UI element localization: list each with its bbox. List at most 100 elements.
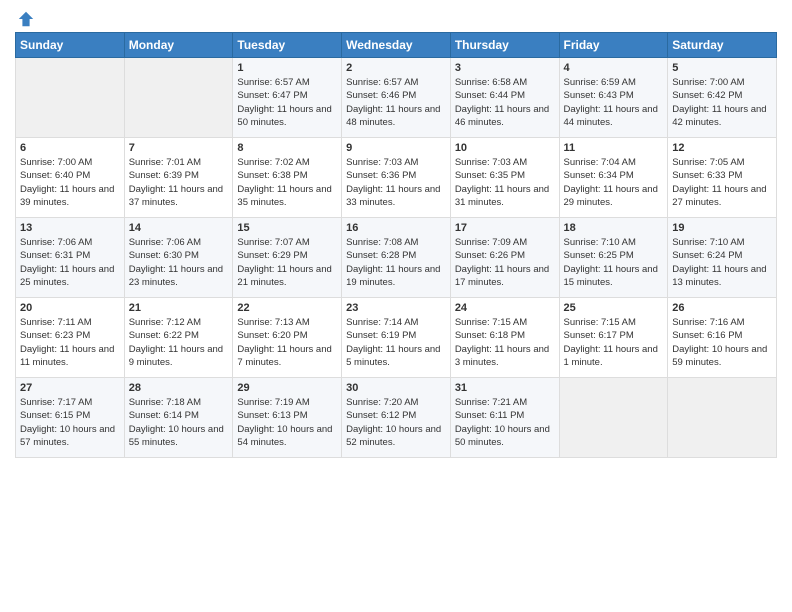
day-number: 15 [237,222,337,234]
calendar-cell: 18Sunrise: 7:10 AM Sunset: 6:25 PM Dayli… [559,218,668,298]
week-row-0: 1 Sunrise: 6:57 AM Sunset: 6:47 PM Daylig… [16,58,777,138]
day-info: Sunrise: 7:00 AM Sunset: 6:42 PM Dayligh… [672,76,772,129]
day-info: Sunrise: 7:08 AM Sunset: 6:28 PM Dayligh… [346,236,446,289]
calendar-cell: 14 Sunrise: 7:06 AM Sunset: 6:30 PM Dayli… [124,218,233,298]
day-number: 29 [237,382,337,394]
day-number: 17 [455,222,555,234]
day-info: Sunrise: 7:06 AM Sunset: 6:30 PM Dayligh… [129,236,229,289]
day-number: 19 [672,222,772,234]
day-info: Sunrise: 7:10 AM Sunset: 6:24 PM Dayligh… [672,236,772,289]
calendar-cell: 21Sunrise: 7:12 AM Sunset: 6:22 PM Dayli… [124,298,233,378]
calendar-body: 1 Sunrise: 6:57 AM Sunset: 6:47 PM Daylig… [16,58,777,458]
day-number: 2 [346,62,446,74]
calendar-cell: 12 Sunrise: 7:05 AM Sunset: 6:33 PM Dayli… [668,138,777,218]
day-number: 20 [20,302,120,314]
day-info: Sunrise: 7:15 AM Sunset: 6:18 PM Dayligh… [455,316,555,369]
calendar-table: SundayMondayTuesdayWednesdayThursdayFrid… [15,32,777,458]
day-number: 26 [672,302,772,314]
day-number: 22 [237,302,337,314]
logo [15,10,35,24]
calendar-cell: 26 Sunrise: 7:16 AM Sunset: 6:16 PM Dayli… [668,298,777,378]
day-number: 31 [455,382,555,394]
calendar-cell: 17Sunrise: 7:09 AM Sunset: 6:26 PM Dayli… [450,218,559,298]
header [15,10,777,24]
day-info: Sunrise: 7:05 AM Sunset: 6:33 PM Dayligh… [672,156,772,209]
page-container: SundayMondayTuesdayWednesdayThursdayFrid… [0,0,792,463]
day-number: 13 [20,222,120,234]
header-cell-tuesday: Tuesday [233,33,342,58]
day-number: 21 [129,302,229,314]
day-info: Sunrise: 7:06 AM Sunset: 6:31 PM Dayligh… [20,236,120,289]
day-info: Sunrise: 7:10 AM Sunset: 6:25 PM Dayligh… [564,236,664,289]
day-info: Sunrise: 7:15 AM Sunset: 6:17 PM Dayligh… [564,316,664,369]
day-number: 14 [129,222,229,234]
calendar-cell: 9Sunrise: 7:03 AM Sunset: 6:36 PM Daylig… [342,138,451,218]
day-info: Sunrise: 7:03 AM Sunset: 6:35 PM Dayligh… [455,156,555,209]
day-number: 28 [129,382,229,394]
calendar-cell: 11 Sunrise: 7:04 AM Sunset: 6:34 PM Dayli… [559,138,668,218]
day-number: 4 [564,62,664,74]
week-row-4: 27 Sunrise: 7:17 AM Sunset: 6:15 PM Dayli… [16,378,777,458]
day-number: 6 [20,142,120,154]
calendar-cell: 25Sunrise: 7:15 AM Sunset: 6:17 PM Dayli… [559,298,668,378]
week-row-3: 20 Sunrise: 7:11 AM Sunset: 6:23 PM Dayli… [16,298,777,378]
calendar-cell [124,58,233,138]
calendar-cell: 1 Sunrise: 6:57 AM Sunset: 6:47 PM Daylig… [233,58,342,138]
calendar-cell: 28Sunrise: 7:18 AM Sunset: 6:14 PM Dayli… [124,378,233,458]
calendar-cell: 23 Sunrise: 7:14 AM Sunset: 6:19 PM Dayli… [342,298,451,378]
day-info: Sunrise: 7:14 AM Sunset: 6:19 PM Dayligh… [346,316,446,369]
calendar-cell: 15 Sunrise: 7:07 AM Sunset: 6:29 PM Dayli… [233,218,342,298]
calendar-cell: 27 Sunrise: 7:17 AM Sunset: 6:15 PM Dayli… [16,378,125,458]
calendar-cell: 30 Sunrise: 7:20 AM Sunset: 6:12 PM Dayli… [342,378,451,458]
calendar-cell [16,58,125,138]
calendar-cell: 7Sunrise: 7:01 AM Sunset: 6:39 PM Daylig… [124,138,233,218]
logo-text [15,10,35,28]
header-cell-saturday: Saturday [668,33,777,58]
logo-icon [17,10,35,28]
calendar-cell: 8 Sunrise: 7:02 AM Sunset: 6:38 PM Daylig… [233,138,342,218]
header-cell-sunday: Sunday [16,33,125,58]
calendar-cell: 20 Sunrise: 7:11 AM Sunset: 6:23 PM Dayli… [16,298,125,378]
day-number: 5 [672,62,772,74]
week-row-1: 6 Sunrise: 7:00 AM Sunset: 6:40 PM Daylig… [16,138,777,218]
day-number: 1 [237,62,337,74]
calendar-cell: 31 Sunrise: 7:21 AM Sunset: 6:11 PM Dayli… [450,378,559,458]
day-number: 23 [346,302,446,314]
header-cell-wednesday: Wednesday [342,33,451,58]
day-info: Sunrise: 7:21 AM Sunset: 6:11 PM Dayligh… [455,396,555,449]
day-number: 16 [346,222,446,234]
day-info: Sunrise: 7:07 AM Sunset: 6:29 PM Dayligh… [237,236,337,289]
day-info: Sunrise: 7:19 AM Sunset: 6:13 PM Dayligh… [237,396,337,449]
calendar-cell: 4 Sunrise: 6:59 AM Sunset: 6:43 PM Daylig… [559,58,668,138]
day-number: 8 [237,142,337,154]
calendar-header: SundayMondayTuesdayWednesdayThursdayFrid… [16,33,777,58]
calendar-cell: 19 Sunrise: 7:10 AM Sunset: 6:24 PM Dayli… [668,218,777,298]
week-row-2: 13 Sunrise: 7:06 AM Sunset: 6:31 PM Dayli… [16,218,777,298]
day-number: 30 [346,382,446,394]
day-number: 12 [672,142,772,154]
header-cell-friday: Friday [559,33,668,58]
day-info: Sunrise: 7:00 AM Sunset: 6:40 PM Dayligh… [20,156,120,209]
calendar-cell: 16 Sunrise: 7:08 AM Sunset: 6:28 PM Dayli… [342,218,451,298]
day-info: Sunrise: 7:02 AM Sunset: 6:38 PM Dayligh… [237,156,337,209]
calendar-cell [559,378,668,458]
calendar-cell: 22 Sunrise: 7:13 AM Sunset: 6:20 PM Dayli… [233,298,342,378]
day-number: 27 [20,382,120,394]
calendar-cell: 29 Sunrise: 7:19 AM Sunset: 6:13 PM Dayli… [233,378,342,458]
day-number: 24 [455,302,555,314]
day-info: Sunrise: 7:11 AM Sunset: 6:23 PM Dayligh… [20,316,120,369]
calendar-cell: 5 Sunrise: 7:00 AM Sunset: 6:42 PM Daylig… [668,58,777,138]
header-cell-monday: Monday [124,33,233,58]
day-info: Sunrise: 7:17 AM Sunset: 6:15 PM Dayligh… [20,396,120,449]
day-info: Sunrise: 6:59 AM Sunset: 6:43 PM Dayligh… [564,76,664,129]
header-row: SundayMondayTuesdayWednesdayThursdayFrid… [16,33,777,58]
day-info: Sunrise: 6:57 AM Sunset: 6:47 PM Dayligh… [237,76,337,129]
day-number: 11 [564,142,664,154]
day-info: Sunrise: 7:20 AM Sunset: 6:12 PM Dayligh… [346,396,446,449]
day-number: 3 [455,62,555,74]
day-info: Sunrise: 6:57 AM Sunset: 6:46 PM Dayligh… [346,76,446,129]
day-info: Sunrise: 7:04 AM Sunset: 6:34 PM Dayligh… [564,156,664,209]
day-info: Sunrise: 7:13 AM Sunset: 6:20 PM Dayligh… [237,316,337,369]
day-info: Sunrise: 7:16 AM Sunset: 6:16 PM Dayligh… [672,316,772,369]
day-info: Sunrise: 7:01 AM Sunset: 6:39 PM Dayligh… [129,156,229,209]
